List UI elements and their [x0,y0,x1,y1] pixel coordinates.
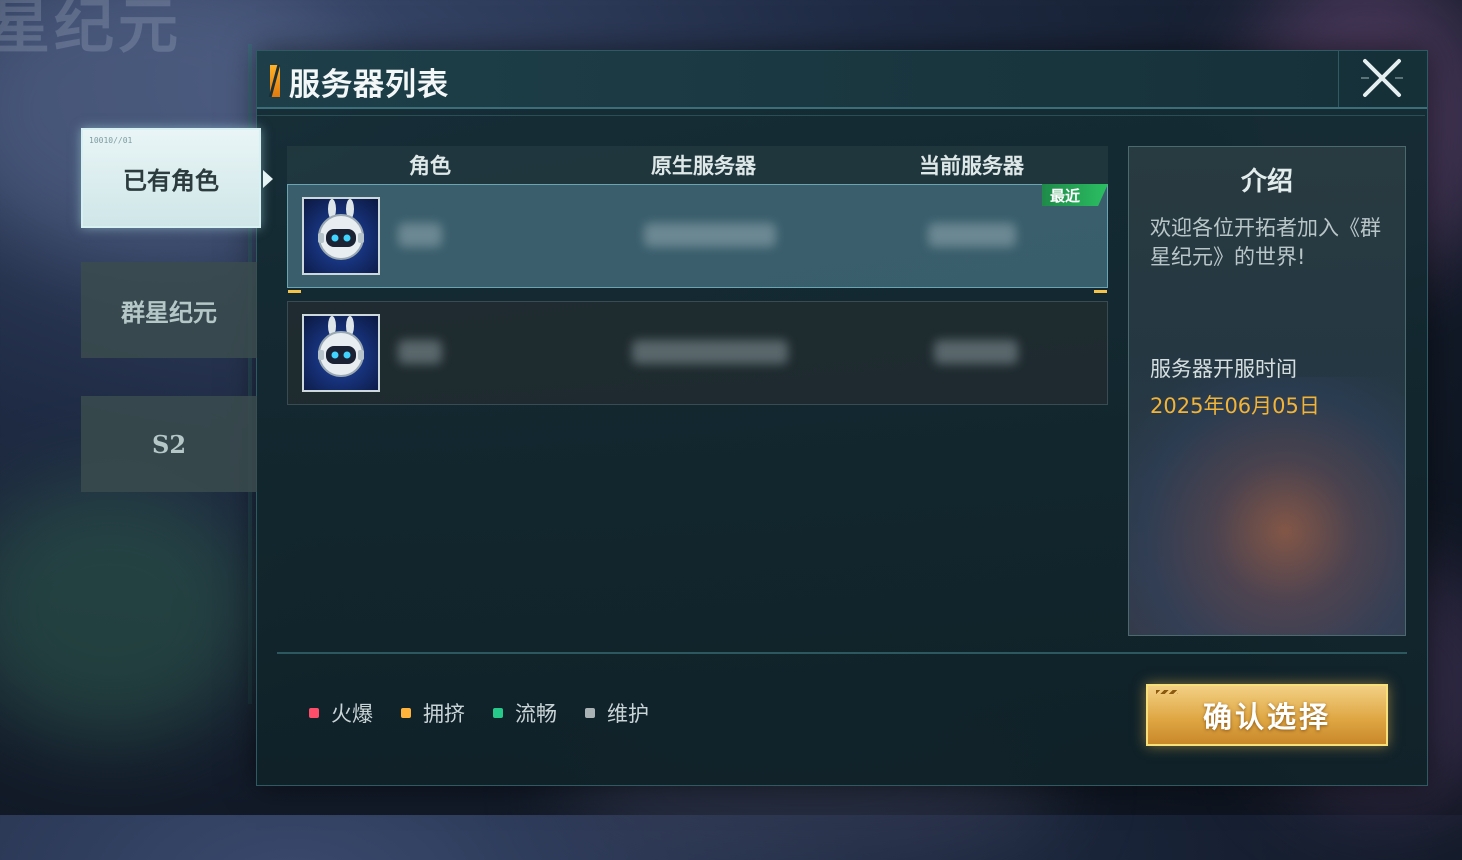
dialog-titlebar: 服务器列表 [257,51,1427,109]
selection-marker [288,290,301,293]
selection-marker [1094,290,1107,293]
intro-title: 介绍 [1240,167,1293,197]
table-header: 角色 原生服务器 当前服务器 [287,146,1108,184]
tab-s2[interactable]: S2 [81,396,257,492]
intro-text: 欢迎各位开拓者加入《群星纪元》的世界! [1150,216,1381,269]
current-server-hidden [928,223,1016,247]
header-current-server: 当前服务器 [919,153,1024,178]
title-marker-icon [270,65,280,97]
origin-server-hidden [644,223,776,247]
background-logo: 星纪元 [0,0,182,62]
tab-label: S2 [151,429,187,459]
open-time-label: 服务器开服时间 [1150,357,1297,381]
status-legend: 火爆 拥挤 流畅 维护 [309,698,677,728]
confirm-select-button[interactable]: 确认选择 [1146,684,1388,746]
header-origin-server: 原生服务器 [651,153,756,178]
legend-label: 维护 [607,702,649,726]
button-stripe-decoration [1156,690,1178,694]
close-button[interactable] [1359,55,1405,101]
tab-existing-roles[interactable]: 10010//01 已有角色 [81,128,273,228]
footer-divider [277,652,1407,654]
close-x-icon [1361,59,1403,97]
legend-label: 火爆 [331,702,373,726]
server-row[interactable]: 最近 [287,184,1108,288]
role-name-hidden [398,340,442,364]
status-dot-icon [493,708,503,718]
origin-server-hidden [632,340,788,364]
legend-item-smooth: 流畅 [493,698,557,728]
tab-label: 已有角色 [123,165,219,195]
intro-panel: 介绍 欢迎各位开拓者加入《群星纪元》的世界! 服务器开服时间 2025年06月0… [1128,146,1406,636]
robot-avatar-icon [302,314,380,392]
confirm-button-label: 确认选择 [1202,700,1331,734]
current-server-hidden [934,340,1018,364]
recent-badge: 最近 [1042,184,1108,206]
header-role: 角色 [409,153,451,178]
legend-item-maintenance: 维护 [585,698,649,728]
tab-pointer-icon [263,170,273,188]
open-time-value: 2025年06月05日 [1150,394,1320,418]
tab-label: 群星纪元 [121,297,217,327]
tab-qunxing-jiyuan[interactable]: 群星纪元 [81,262,257,358]
tab-tag: 10010//01 [89,136,133,145]
background-glow [0,480,260,740]
status-dot-icon [309,708,319,718]
status-dot-icon [401,708,411,718]
robot-avatar-icon [302,197,380,275]
role-name-hidden [398,223,442,247]
close-area [1338,51,1427,107]
dialog-title: 服务器列表 [289,67,449,103]
legend-label: 流畅 [515,702,557,726]
legend-item-crowded: 拥挤 [401,698,465,728]
status-dot-icon [585,708,595,718]
legend-label: 拥挤 [423,702,465,726]
server-row[interactable] [287,301,1108,405]
legend-item-hot: 火爆 [309,698,373,728]
